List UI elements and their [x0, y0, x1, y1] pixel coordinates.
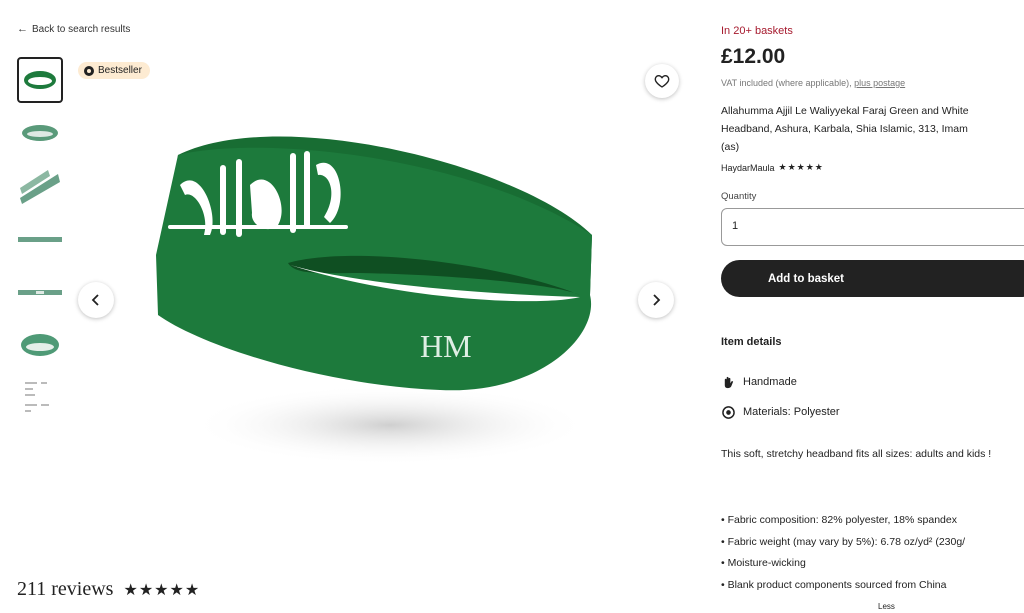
spec-item: • Fabric composition: 82% polyester, 18%… — [721, 514, 957, 526]
next-image-button[interactable] — [638, 282, 674, 318]
add-to-basket-button[interactable]: Add to basket — [721, 260, 1024, 297]
basket-count: In 20+ baskets — [721, 25, 793, 37]
thumbnail-6[interactable] — [17, 322, 63, 368]
postage-link[interactable]: plus postage — [854, 78, 905, 88]
reviews-count: 211 reviews — [17, 578, 114, 600]
listing-title: Allahumma Ajjil Le Waliyyekal Faraj Gree… — [721, 105, 969, 153]
headband-thumb-icon — [21, 334, 59, 356]
thumbnail-1[interactable] — [17, 57, 63, 103]
headband-thumb-icon — [24, 71, 56, 89]
thumbnail-strip — [17, 57, 65, 428]
thumbnail-4[interactable] — [17, 216, 63, 262]
item-details-heading[interactable]: Item details — [721, 336, 782, 348]
seller-link[interactable]: HaydarMaula ★★★★★ — [721, 163, 824, 173]
back-to-search-link[interactable]: ← Back to search results — [17, 23, 130, 35]
materials-label: Materials: Polyester — [743, 406, 840, 418]
chevron-right-icon — [653, 294, 661, 306]
back-link-label: Back to search results — [32, 23, 131, 35]
spec-item: • Fabric weight (may vary by 5%): 6.78 o… — [721, 535, 966, 548]
item-description: This soft, stretchy headband fits all si… — [721, 448, 992, 460]
favorite-button[interactable] — [645, 64, 679, 98]
previous-image-button[interactable] — [78, 282, 114, 318]
spec-item: • Blank product components sourced from … — [721, 578, 947, 591]
vat-text: VAT included (where applicable), — [721, 78, 852, 88]
thumbnail-5[interactable] — [17, 269, 63, 315]
quantity-label: Quantity — [721, 191, 757, 202]
product-image: HM — [156, 136, 592, 465]
medal-icon — [84, 65, 94, 76]
headband-thumb-icon — [20, 170, 60, 204]
handmade-label: Handmade — [743, 376, 797, 388]
headband-thumb-icon — [22, 125, 58, 141]
reviews-summary[interactable]: 211 reviews ★★★★★ — [17, 578, 200, 601]
purchase-panel: In 20+ baskets £12.00 VAT included (wher… — [721, 0, 1024, 613]
heart-icon — [654, 74, 670, 88]
bestseller-badge: Bestseller — [78, 62, 150, 79]
thumbnail-3[interactable] — [17, 163, 63, 209]
handmade-row: Handmade — [721, 375, 797, 389]
show-less-link[interactable]: Less — [878, 602, 895, 611]
seller-stars-icon: ★★★★★ — [778, 163, 824, 173]
rating-stars-icon: ★★★★★ — [123, 580, 201, 599]
vat-note: VAT included (where applicable), plus po… — [721, 78, 905, 88]
quantity-select[interactable]: 1 — [721, 208, 1024, 246]
size-chart-thumb-icon — [25, 382, 49, 412]
bestseller-label: Bestseller — [98, 65, 142, 76]
arrow-left-icon: ← — [17, 23, 28, 35]
headband-thumb-icon — [18, 237, 62, 242]
materials-row: Materials: Polyester — [721, 405, 840, 419]
spec-list: • Fabric composition: 82% polyester, 18%… — [721, 510, 1024, 596]
spec-item: • Moisture-wicking — [721, 557, 806, 569]
thumbnail-2[interactable] — [17, 110, 63, 156]
thumbnail-7[interactable] — [17, 375, 63, 421]
materials-icon — [721, 405, 735, 419]
hand-icon — [721, 375, 735, 389]
brand-logo: HM — [420, 328, 472, 364]
chevron-left-icon — [91, 294, 99, 306]
headband-thumb-icon — [18, 290, 62, 295]
seller-name: HaydarMaula — [721, 163, 775, 173]
price: £12.00 — [721, 45, 786, 68]
